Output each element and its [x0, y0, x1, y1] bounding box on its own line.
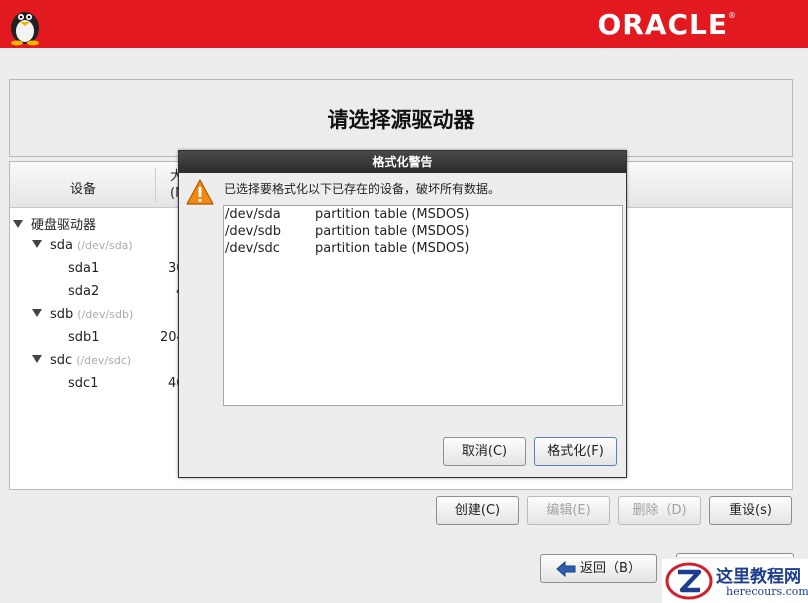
tree-row-partition[interactable]: sda2	[68, 284, 99, 299]
disk-path: (/dev/sdb)	[77, 308, 134, 321]
next-button-edge[interactable]	[676, 553, 794, 557]
device-description: partition table (MSDOS)	[315, 224, 470, 239]
create-button[interactable]: 创建(C)	[436, 496, 519, 525]
format-warning-dialog: 格式化警告 已选择要格式化以下已存在的设备，破坏所有数据。 /dev/sda p…	[178, 150, 627, 478]
tree-label: 硬盘驱动器	[31, 218, 97, 233]
header-banner: ORACLE ®	[0, 0, 808, 48]
tree-row-partition[interactable]: sdb1	[68, 330, 100, 345]
expand-triangle-icon[interactable]	[32, 240, 42, 248]
dialog-title: 格式化警告	[179, 151, 626, 173]
format-button[interactable]: 格式化(F)	[534, 437, 617, 466]
tree-row-partition[interactable]: sda1	[68, 261, 99, 276]
tux-penguin-icon	[11, 12, 39, 46]
arrow-left-icon	[556, 560, 576, 577]
watermark: 这里教程网 herecours.com	[662, 559, 808, 603]
disk-path: (/dev/sda)	[77, 239, 133, 252]
tree-row-hard-drives[interactable]: 硬盘驱动器	[13, 214, 96, 233]
device-description: partition table (MSDOS)	[315, 207, 470, 222]
dialog-message: 已选择要格式化以下已存在的设备，破坏所有数据。	[224, 182, 501, 196]
back-button-label: 返回（B）	[580, 561, 641, 576]
column-header-device[interactable]: 设备	[70, 178, 96, 197]
device-description: partition table (MSDOS)	[315, 241, 470, 256]
tree-row-partition[interactable]: sdc1	[68, 376, 98, 391]
cancel-button[interactable]: 取消(C)	[443, 437, 526, 466]
device-path: /dev/sdc	[225, 241, 280, 256]
disk-path: (/dev/sdc)	[76, 354, 132, 367]
device-path: /dev/sda	[225, 207, 281, 222]
expand-triangle-icon[interactable]	[32, 309, 42, 317]
warning-icon	[186, 179, 214, 205]
edit-button[interactable]: 编辑(E)	[527, 496, 610, 525]
tree-row-disk[interactable]: sda (/dev/sda)	[32, 238, 133, 253]
disk-name: sdb	[50, 307, 74, 322]
watermark-logo-icon	[665, 562, 713, 600]
registered-mark: ®	[728, 11, 736, 20]
watermark-text-en: herecours.com	[726, 585, 808, 598]
delete-button[interactable]: 删除（D)	[618, 496, 701, 525]
back-button[interactable]: 返回（B）	[540, 554, 657, 583]
tree-row-disk[interactable]: sdc (/dev/sdc)	[32, 353, 131, 368]
disk-name: sdc	[50, 353, 73, 368]
device-path: /dev/sdb	[225, 224, 281, 239]
column-separator	[155, 168, 156, 202]
tree-row-disk[interactable]: sdb (/dev/sdb)	[32, 307, 133, 322]
disk-name: sda	[50, 238, 73, 253]
device-list[interactable]: /dev/sda partition table (MSDOS) /dev/sd…	[223, 205, 623, 406]
oracle-logo: ORACLE	[597, 8, 728, 41]
title-panel: 请选择源驱动器	[9, 79, 793, 157]
page-title: 请选择源驱动器	[327, 108, 475, 132]
reset-button[interactable]: 重设(s)	[709, 496, 792, 525]
expand-triangle-icon[interactable]	[13, 220, 23, 228]
watermark-text-cn: 这里教程网	[716, 567, 801, 587]
expand-triangle-icon[interactable]	[32, 355, 42, 363]
